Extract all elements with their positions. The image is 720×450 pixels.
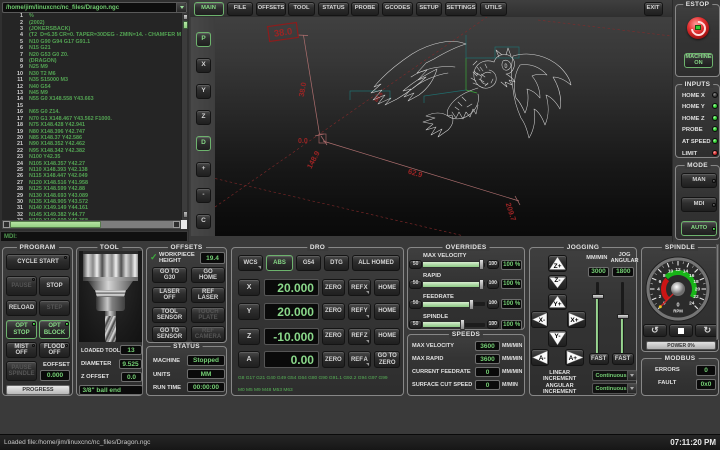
svg-text:18: 18 [693,279,699,285]
svg-text:Y+: Y+ [554,301,562,308]
svg-text:20: 20 [695,287,701,293]
svg-text:12: 12 [675,267,681,273]
svg-text:38.0: 38.0 [273,26,293,39]
svg-text:16: 16 [689,273,695,279]
svg-text:10: 10 [668,269,674,275]
svg-text:148.9: 148.9 [305,149,322,170]
svg-text:RPM: RPM [673,309,683,314]
svg-text:Z-: Z- [555,277,561,284]
svg-text:X+: X+ [570,317,578,324]
svg-text:Z+: Z+ [554,263,562,270]
svg-text:22: 22 [693,294,699,300]
svg-text:14: 14 [683,269,689,275]
svg-text:0.0: 0.0 [298,138,308,145]
svg-text:8: 8 [663,273,666,279]
svg-text:Y-: Y- [555,333,561,340]
svg-text:2: 2 [659,294,662,300]
svg-text:6: 6 [659,279,662,285]
svg-text:38.0: 38.0 [297,82,308,98]
svg-text:A-: A- [538,355,545,362]
svg-text:62.9: 62.9 [407,167,424,180]
svg-text:A+: A+ [568,355,577,362]
svg-text:X-: X- [538,317,544,324]
svg-text:24: 24 [689,300,695,306]
svg-text:209.7: 209.7 [504,201,518,222]
svg-text:4: 4 [657,287,660,293]
